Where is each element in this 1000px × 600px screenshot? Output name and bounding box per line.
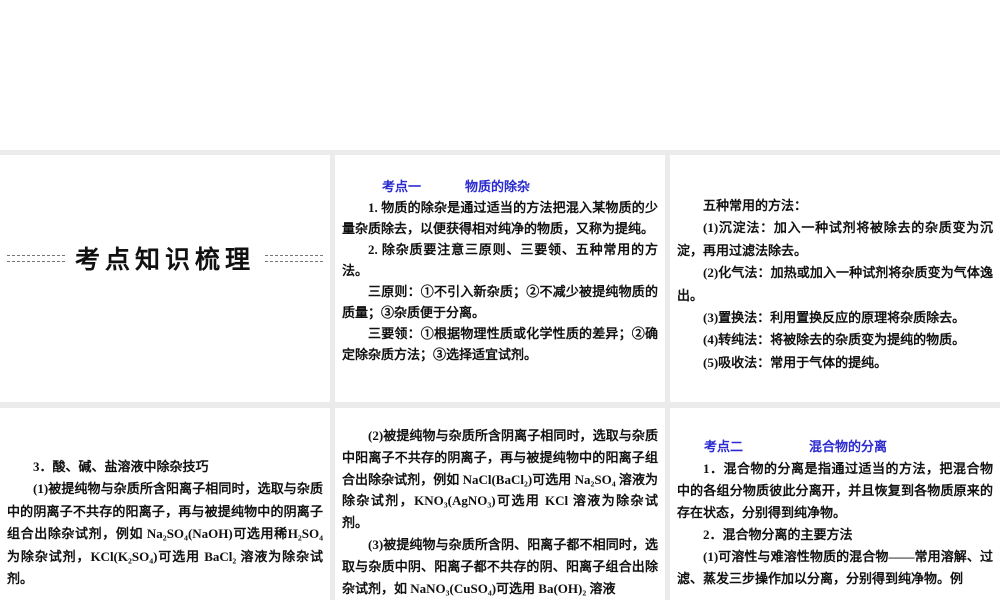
title-dashed-line-right [265,254,323,262]
slide-heading: 考点二 混合物的分离 [677,436,993,458]
slide-thumbnail-5[interactable]: (2)被提纯物与杂质所含阴离子相同时，选取与杂质中阳离子不共存的阴离子，再与被提… [335,408,665,600]
paragraph: (1)沉淀法：加入一种试剂将被除去的杂质变为沉淀，再用过滤法除去。 [677,220,993,258]
kaodian-label: 考点一 [382,179,422,194]
title-dashed-line-left [6,254,65,262]
paragraph: 3．酸、碱、盐溶液中除杂技巧 [33,459,209,474]
paragraph: 三原则：①不引入新杂质；②不减少被提纯物质的质量；③杂质便于分离。 [342,284,658,320]
paragraph: 1. 物质的除杂是通过适当的方法把混入某物质的少量杂质除去，以便获得相对纯净的物… [342,200,658,236]
top-blank-area [0,0,1000,150]
topic-label: 混合物的分离 [809,439,888,454]
slide-body: 五种常用的方法： (1)沉淀法：加入一种试剂将被除去的杂质变为沉淀，再用过滤法除… [677,195,993,374]
paragraph: 2．混合物分离的主要方法 [703,527,853,542]
slide-thumbnail-3[interactable]: 五种常用的方法： (1)沉淀法：加入一种试剂将被除去的杂质变为沉淀，再用过滤法除… [670,155,1000,402]
paragraph: 1．混合物的分离是指通过适当的方法，把混合物中的各组分物质彼此分离开，并且恢复到… [677,461,993,520]
slide-heading: 考点一 物质的除杂 [342,176,658,197]
slide-thumbnail-1[interactable]: 考点知识梳理 [0,155,330,402]
slide-body: 3．酸、碱、盐溶液中除杂技巧 (1)被提纯物与杂质所含阳离子相同时，选取与杂质中… [7,456,323,590]
kaodian-label: 考点二 [704,439,744,454]
paragraph: (2)被提纯物与杂质所含阴离子相同时，选取与杂质中阳离子不共存的阴离子，再与被提… [342,428,658,531]
paragraph: 2. 除杂质要注意三原则、三要领、五种常用的方法。 [342,242,658,278]
section-title-text: 考点知识梳理 [74,245,255,274]
paragraph: (4)转纯法：将被除去的杂质变为提纯的物质。 [703,332,966,348]
slide-thumbnail-6[interactable]: 考点二 混合物的分离 1．混合物的分离是指通过适当的方法，把混合物中的各组分物质彼… [670,408,1000,600]
slide-body: 考点二 混合物的分离 1．混合物的分离是指通过适当的方法，把混合物中的各组分物质彼… [677,436,993,590]
paragraph: 五种常用的方法： [703,198,808,213]
paragraph: (3)置换法：利用置换反应的原理将杂质除去。 [703,310,966,326]
slide-body: 考点一 物质的除杂 1. 物质的除杂是通过适当的方法把混入某物质的少量杂质除去，以… [342,176,658,365]
topic-label: 物质的除杂 [465,179,531,194]
paragraph: (1)被提纯物与杂质所含阳离子相同时，选取与杂质中的阴离子不共存的阳离子，再与被… [7,481,323,587]
slide-thumbnail-2[interactable]: 考点一 物质的除杂 1. 物质的除杂是通过适当的方法把混入某物质的少量杂质除去，以… [335,155,665,402]
paragraph: (2)化气法：加热或加入一种试剂将杂质变为气体逸出。 [677,265,993,303]
paragraph: (3)被提纯物与杂质所含阴、阳离子都不相同时，选取与杂质中阴、阳离子都不共存的阴… [342,536,658,596]
section-title: 考点知识梳理 [0,240,330,276]
paragraph: 三要领：①根据物理性质或化学性质的差异；②确定除杂质方法；③选择适宜试剂。 [342,326,658,362]
slide-body: (2)被提纯物与杂质所含阴离子相同时，选取与杂质中阳离子不共存的阴离子，再与被提… [342,425,658,599]
paragraph: (1)可溶性与难溶性物质的混合物——常用溶解、过滤、蒸发三步操作加以分离，分别得… [677,549,993,586]
slide-thumbnail-4[interactable]: 3．酸、碱、盐溶液中除杂技巧 (1)被提纯物与杂质所含阳离子相同时，选取与杂质中… [0,408,330,600]
paragraph: (5)吸收法：常用于气体的提纯。 [703,354,888,370]
